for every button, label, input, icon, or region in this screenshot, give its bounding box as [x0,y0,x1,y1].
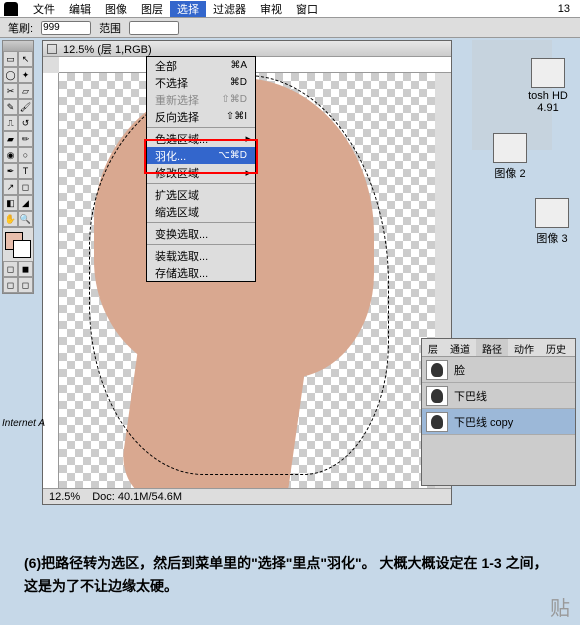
menu-item: 重新选择⇧⌘D [147,91,255,108]
paths-panel: 层 通道 路径 动作 历史 脸 下巴线 下巴线 copy [421,338,576,486]
path-thumb-icon [426,360,448,380]
desktop-img3[interactable]: 图像 3 [530,198,574,246]
close-icon[interactable] [47,44,57,54]
tool-shape[interactable]: ◻ [18,179,33,195]
menu-item[interactable]: 装载选取... [147,247,255,264]
menu-item[interactable]: 羽化...⌥⌘D [147,147,255,164]
menu-filter[interactable]: 过滤器 [206,1,253,17]
tool-move[interactable]: ↖ [18,51,33,67]
menu-edit[interactable]: 编辑 [62,1,98,17]
path-thumb-icon [426,412,448,432]
tool-marquee[interactable]: ▭ [3,51,18,67]
mode-standard[interactable]: ◻ [3,261,18,277]
tool-pen[interactable]: ✒ [3,163,18,179]
doc-title: 12.5% (层 1,RGB) [63,41,152,57]
range-label: 范围 [99,20,121,36]
tool-blur[interactable]: ◉ [3,147,18,163]
tool-dodge[interactable]: ○ [18,147,33,163]
toolbox: ▭↖ ◯✦ ✂▱ ✎🖌 ⎍↺ ▰✏ ◉○ ✒T ↗◻ ◧◢ ✋🔍 ◻◼ ◻◻ [2,40,34,294]
tool-crop[interactable]: ✂ [3,83,18,99]
menubar-clock: 13 [558,3,576,15]
tutorial-caption: (6)把路径转为选区，然后到菜单里的"选择"里点"羽化"。 大概大概设定在 1-… [0,544,580,605]
tool-airbrush[interactable]: ✎ [3,99,18,115]
zoom-level[interactable]: 12.5% [49,491,80,503]
menu-item[interactable]: 色选区域...▸ [147,130,255,147]
desktop-img2[interactable]: 图像 2 [488,133,532,181]
desktop-hd[interactable]: tosh HD [526,58,570,102]
path-row[interactable]: 下巴线 [422,383,575,409]
mode-quickmask[interactable]: ◼ [18,261,33,277]
tool-path[interactable]: ↗ [3,179,18,195]
menu-item[interactable]: 缩选区域 [147,203,255,220]
options-bar: 笔刷: 范围 [0,18,580,38]
internet-label: Internet A [2,418,45,429]
menu-layer[interactable]: 图层 [134,1,170,17]
tool-wand[interactable]: ✦ [18,67,33,83]
desktop-num[interactable]: 4.91 [526,102,570,114]
menu-item[interactable]: 反向选择⇧⌘I [147,108,255,125]
status-bar: 12.5% Doc: 40.1M/54.6M [43,488,451,504]
tool-type[interactable]: T [18,163,33,179]
doc-size: Doc: 40.1M/54.6M [92,491,182,503]
tool-stamp[interactable]: ⎍ [3,115,18,131]
tool-eyedrop[interactable]: ◢ [18,195,33,211]
brush-label: 笔刷: [8,20,33,36]
menu-select[interactable]: 选择 [170,1,206,17]
select-menu-dropdown: 全部⌘A不选择⌘D重新选择⇧⌘D反向选择⇧⌘I 色选区域...▸羽化...⌥⌘D修… [146,56,256,282]
menu-item[interactable]: 存储选取... [147,264,255,281]
menu-item[interactable]: 全部⌘A [147,57,255,74]
tool-hand[interactable]: ✋ [3,211,18,227]
doc-titlebar[interactable]: 12.5% (层 1,RGB) [43,41,451,57]
tool-lasso[interactable]: ◯ [3,67,18,83]
screen-2[interactable]: ◻ [18,277,33,293]
ruler-vertical [43,73,59,488]
tab-history[interactable]: 历史 [540,339,572,356]
menu-image[interactable]: 图像 [98,1,134,17]
menu-item[interactable]: 扩选区域 [147,186,255,203]
tool-notes[interactable]: ◧ [3,195,18,211]
tool-pencil[interactable]: ✏ [18,131,33,147]
brush-size-input[interactable] [41,21,91,35]
menu-window[interactable]: 窗口 [289,1,325,17]
footer-char: 贴 [550,592,570,621]
menu-item[interactable]: 修改区域▸ [147,164,255,181]
tab-layers[interactable]: 层 [422,339,444,356]
tool-eraser[interactable]: ▰ [3,131,18,147]
apple-menu-icon[interactable] [4,2,18,16]
tool-zoom[interactable]: 🔍 [18,211,33,227]
background-color[interactable] [13,240,31,258]
tool-history[interactable]: ↺ [18,115,33,131]
tab-paths[interactable]: 路径 [476,339,508,356]
range-input[interactable] [129,21,179,35]
path-thumb-icon [426,386,448,406]
tab-channels[interactable]: 通道 [444,339,476,356]
tool-slice[interactable]: ▱ [18,83,33,99]
path-row[interactable]: 下巴线 copy [422,409,575,435]
path-row[interactable]: 脸 [422,357,575,383]
tool-brush[interactable]: 🖌 [18,99,33,115]
toolbox-titlebar[interactable] [3,41,33,51]
menu-file[interactable]: 文件 [26,1,62,17]
menu-item[interactable]: 不选择⌘D [147,74,255,91]
tab-actions[interactable]: 动作 [508,339,540,356]
menu-item[interactable]: 变换选取... [147,225,255,242]
menu-view[interactable]: 审视 [253,1,289,17]
screen-1[interactable]: ◻ [3,277,18,293]
